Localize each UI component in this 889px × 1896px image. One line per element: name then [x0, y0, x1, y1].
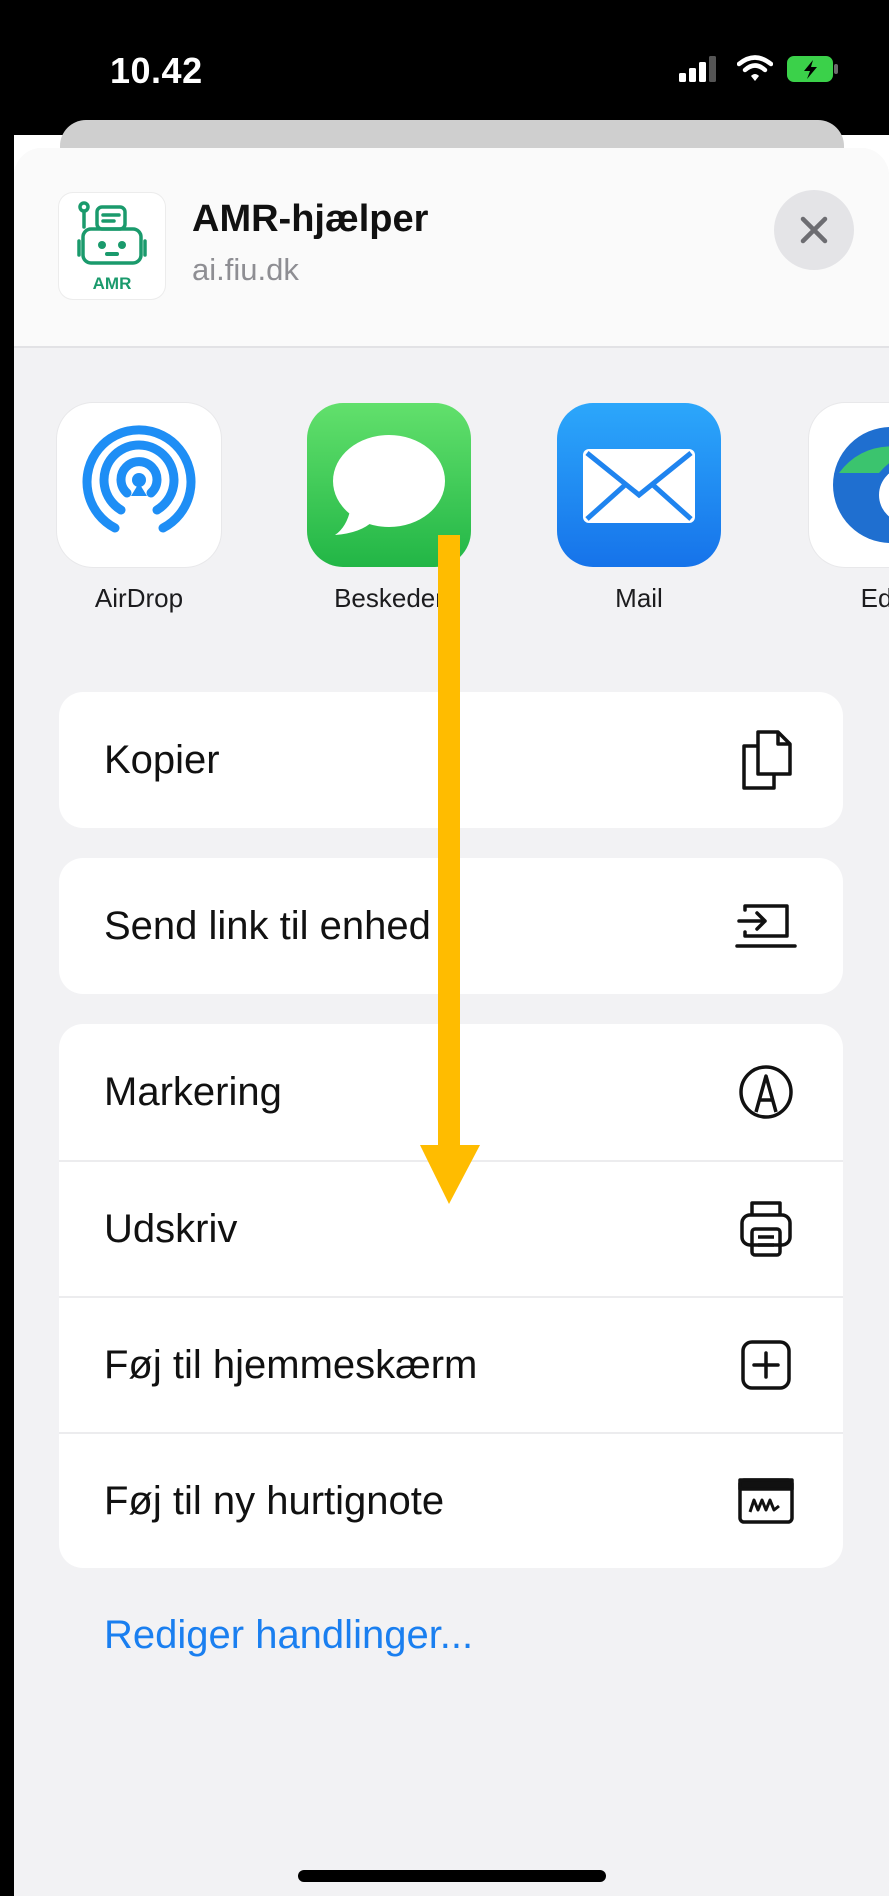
edit-actions-link[interactable]: Rediger handlinger...: [104, 1613, 473, 1658]
mail-icon: [557, 403, 721, 567]
share-target-label: Beskeder: [334, 583, 444, 613]
quick-note-icon: [734, 1469, 798, 1533]
action-label: Udskriv: [104, 1206, 238, 1251]
share-target-airdrop[interactable]: AirDrop: [57, 403, 221, 613]
cellular-signal-icon: [679, 56, 716, 82]
action-group-more: Markering Udskriv Føj til hjemmeskærm Fø…: [59, 1024, 843, 1568]
battery-charging-icon: [787, 56, 838, 82]
site-icon-text: AMR: [93, 274, 132, 293]
action-label: Føj til hjemmeskærm: [104, 1342, 478, 1387]
share-target-edge[interactable]: Edge: [809, 403, 889, 613]
action-label: Føj til ny hurtignote: [104, 1478, 445, 1523]
action-quick-note[interactable]: Føj til ny hurtignote: [59, 1432, 843, 1568]
action-label: Markering: [104, 1069, 282, 1114]
markup-icon: [734, 1060, 798, 1124]
home-indicator[interactable]: [298, 1870, 606, 1882]
robot-icon: AMR: [77, 201, 147, 293]
share-target-messages[interactable]: Beskeder: [307, 403, 471, 613]
printer-icon: [734, 1197, 798, 1261]
airdrop-icon: [57, 403, 221, 567]
add-square-icon: [734, 1333, 798, 1397]
edge-icon: [809, 403, 889, 567]
share-sheet-header: AMR AMR-hjælper ai.fiu.dk: [14, 148, 889, 348]
messages-icon: [307, 403, 471, 567]
site-domain: ai.fiu.dk: [192, 252, 299, 287]
share-sheet: AMR AMR-hjælper ai.fiu.dk AirDrop Besked…: [14, 148, 889, 1896]
status-time: 10.42: [110, 50, 203, 91]
site-icon: AMR: [59, 193, 165, 299]
close-button[interactable]: [774, 190, 854, 270]
share-target-mail[interactable]: Mail: [557, 403, 721, 613]
share-target-label: Mail: [615, 583, 663, 613]
status-bar: 10.42: [14, 0, 889, 135]
action-copy[interactable]: Kopier: [59, 692, 843, 828]
action-label: Kopier: [104, 737, 220, 782]
share-target-label: Edge: [860, 583, 889, 613]
status-icons: [679, 55, 839, 83]
share-targets-row: AirDrop Beskeder Mail Ed: [14, 403, 889, 613]
copy-icon: [734, 728, 798, 792]
close-icon: [800, 216, 828, 244]
wifi-icon: [737, 55, 773, 81]
action-markup[interactable]: Markering: [59, 1024, 843, 1160]
action-label: Send link til enhed: [104, 903, 431, 948]
device-frame: [0, 0, 14, 1896]
share-target-label: AirDrop: [94, 583, 184, 613]
action-group-copy: Kopier: [59, 692, 843, 828]
action-group-send: Send link til enhed: [59, 858, 843, 994]
action-print[interactable]: Udskriv: [59, 1160, 843, 1296]
site-title: AMR-hjælper: [192, 198, 429, 240]
action-add-home[interactable]: Føj til hjemmeskærm: [59, 1296, 843, 1432]
action-send-link[interactable]: Send link til enhed: [59, 858, 843, 994]
send-to-device-icon: [734, 894, 798, 958]
